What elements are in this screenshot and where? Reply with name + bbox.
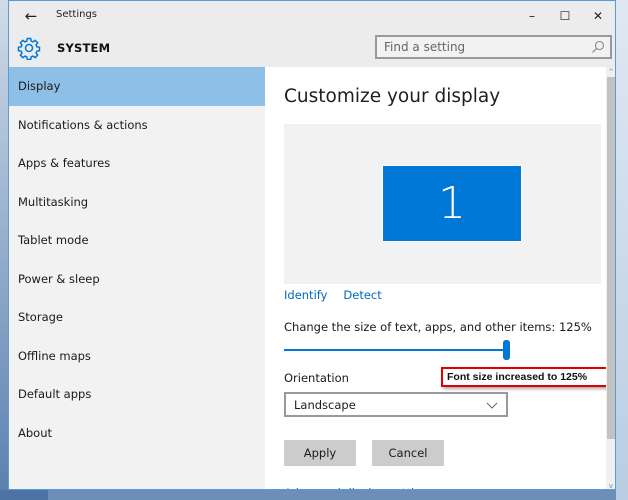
- display-preview: 1: [284, 124, 601, 284]
- search-box[interactable]: [375, 35, 612, 59]
- maximize-icon: ☐: [559, 9, 571, 23]
- scroll-up-icon[interactable]: ^: [606, 67, 615, 77]
- chevron-down-icon: [486, 402, 498, 409]
- scroll-down-icon[interactable]: v: [606, 481, 615, 489]
- maximize-button[interactable]: ☐: [550, 5, 580, 27]
- settings-window: ← Settings – ☐ ✕ SYSTEM Displa: [8, 0, 616, 490]
- scale-label: Change the size of text, apps, and other…: [284, 320, 592, 334]
- desktop-taskbar-edge: [0, 490, 48, 500]
- close-button[interactable]: ✕: [583, 5, 613, 27]
- cancel-button[interactable]: Cancel: [372, 440, 444, 466]
- minimize-button[interactable]: –: [517, 5, 547, 27]
- orientation-label: Orientation: [284, 371, 349, 385]
- gear-icon: [17, 37, 41, 60]
- sidebar-item-apps-features[interactable]: Apps & features: [9, 144, 265, 183]
- section-title: SYSTEM: [57, 41, 111, 55]
- annotation-callout: Font size increased to 125%: [441, 367, 606, 387]
- title-bar: ← Settings – ☐ ✕: [9, 1, 615, 31]
- vertical-scrollbar[interactable]: ^ v: [606, 67, 615, 489]
- page-header: SYSTEM: [9, 31, 615, 67]
- scale-slider[interactable]: [284, 339, 510, 361]
- display-links: Identify Detect: [284, 288, 398, 302]
- sidebar-item-default-apps[interactable]: Default apps: [9, 375, 265, 414]
- sidebar-item-power-sleep[interactable]: Power & sleep: [9, 260, 265, 299]
- display-settings-panel: Customize your display 1 Identify Detect …: [265, 67, 606, 489]
- desktop-background-right: [616, 0, 628, 500]
- sidebar-item-offline-maps[interactable]: Offline maps: [9, 337, 265, 376]
- back-button[interactable]: ←: [17, 5, 45, 27]
- apply-button[interactable]: Apply: [284, 440, 356, 466]
- orientation-dropdown[interactable]: Landscape: [284, 392, 508, 417]
- monitor-1-tile[interactable]: 1: [382, 165, 522, 242]
- sidebar-item-tablet-mode[interactable]: Tablet mode: [9, 221, 265, 260]
- sidebar-item-storage[interactable]: Storage: [9, 298, 265, 337]
- detect-link[interactable]: Detect: [343, 288, 381, 302]
- sidebar-nav: Display Notifications & actions Apps & f…: [9, 67, 265, 489]
- arrow-left-icon: ←: [24, 7, 38, 25]
- minimize-icon: –: [529, 9, 535, 23]
- search-input[interactable]: [377, 37, 587, 57]
- orientation-selected-value: Landscape: [294, 398, 356, 412]
- scrollbar-thumb[interactable]: [607, 77, 615, 439]
- advanced-display-settings-link[interactable]: Advanced display settings: [284, 486, 435, 489]
- close-icon: ✕: [592, 9, 604, 23]
- slider-track: [284, 349, 510, 351]
- page-title: Customize your display: [284, 86, 501, 107]
- sidebar-item-multitasking[interactable]: Multitasking: [9, 183, 265, 222]
- identify-link[interactable]: Identify: [284, 288, 327, 302]
- sidebar-item-about[interactable]: About: [9, 414, 265, 453]
- slider-thumb[interactable]: [503, 340, 510, 360]
- sidebar-item-notifications[interactable]: Notifications & actions: [9, 106, 265, 145]
- search-icon[interactable]: [591, 40, 605, 54]
- window-title: Settings: [56, 9, 98, 20]
- sidebar-item-display[interactable]: Display: [9, 67, 265, 106]
